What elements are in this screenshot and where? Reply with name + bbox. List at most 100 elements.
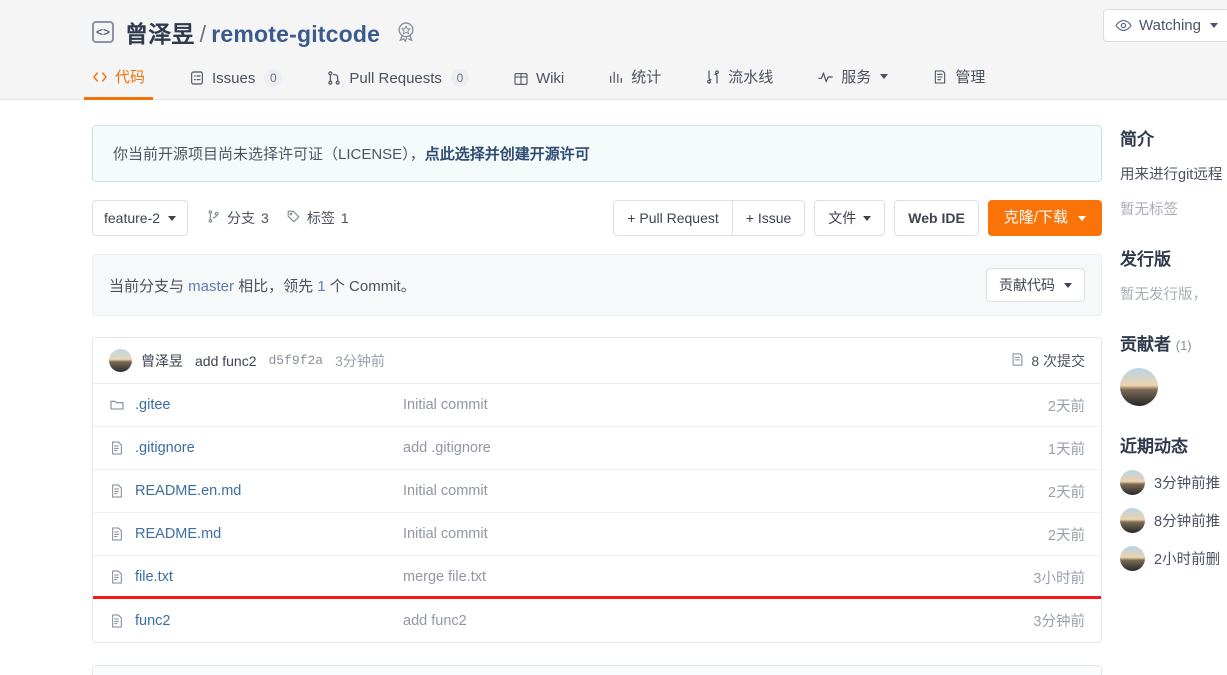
issues-icon (189, 70, 205, 86)
list-item[interactable]: 3分钟前推 (1120, 470, 1227, 495)
avatar (1120, 546, 1145, 571)
tags-label: 标签 (306, 210, 335, 226)
file-name[interactable]: README.en.md (135, 483, 403, 499)
table-row[interactable]: .gitee Initial commit 2天前 (93, 384, 1101, 427)
avatar[interactable] (1120, 368, 1158, 406)
clone-download-button[interactable]: 克隆/下载 (987, 200, 1102, 236)
compare-base-branch[interactable]: master (188, 278, 234, 295)
file-commit-time: 3分钟前 (1033, 614, 1085, 630)
eye-icon (1115, 17, 1132, 34)
book-icon (513, 71, 529, 87)
tab-pull-requests-label: Pull Requests (349, 69, 442, 87)
tab-code-label: 代码 (115, 69, 146, 86)
sidebar-intro-text: 用来进行git远程 (1120, 167, 1223, 183)
tab-code[interactable]: 代码 (83, 66, 154, 100)
tab-services[interactable]: 服务 (817, 66, 889, 100)
commit-author[interactable]: 曾泽昱 (141, 351, 183, 371)
new-issue-button[interactable]: + Issue (732, 200, 806, 236)
file-name[interactable]: .gitee (135, 397, 403, 413)
contribute-code-button[interactable]: 贡献代码 (986, 268, 1085, 302)
main-column: 你当前开源项目尚未选择许可证（LICENSE），点此选择并创建开源许可 feat… (92, 100, 1102, 675)
branches-label: 分支 (227, 210, 256, 226)
repo-title-separator: / (199, 21, 207, 47)
file-icon (109, 440, 126, 456)
avatar (109, 349, 132, 372)
table-row[interactable]: .gitignore add .gitignore 1天前 (93, 427, 1101, 470)
file-commit-message: Initial commit (403, 483, 488, 499)
file-icon (109, 526, 126, 542)
commit-message[interactable]: add func2 (195, 353, 257, 369)
chevron-down-icon (880, 74, 889, 79)
repo-meta-links: 分支 3 标签 1 (206, 208, 349, 228)
file-name[interactable]: README.md (135, 526, 403, 542)
chevron-down-icon (168, 215, 177, 221)
watching-label: Watching (1139, 17, 1201, 34)
avatar (1120, 508, 1145, 533)
new-pull-request-button[interactable]: + Pull Request (613, 200, 733, 236)
sidebar: 简介 用来进行git远程 暂无标签 发行版 暂无发行版， 贡献者 (1) 近期动… (1102, 100, 1227, 675)
tab-pull-requests[interactable]: Pull Requests 0 (326, 69, 469, 100)
commit-history-icon (1010, 352, 1025, 370)
files-dropdown-button[interactable]: 文件 (814, 200, 886, 236)
commit-history-link[interactable]: 8 次提交 (1010, 351, 1085, 371)
chart-bar-icon (608, 69, 624, 85)
activity-icon (817, 69, 834, 85)
tab-pipeline[interactable]: 流水线 (705, 66, 773, 100)
repo-title-row: <> 曾泽昱 / remote-gitcode (0, 0, 1227, 52)
web-ide-button[interactable]: Web IDE (894, 200, 979, 236)
table-row[interactable]: file.txt merge file.txt 3小时前 (93, 556, 1101, 599)
tab-services-label: 服务 (841, 69, 872, 86)
activity-text: 8分钟前推 (1154, 514, 1221, 530)
pull-requests-count-badge: 0 (450, 69, 469, 87)
activity-text: 3分钟前推 (1154, 476, 1221, 492)
issues-count-badge: 0 (264, 69, 283, 87)
tags-link[interactable]: 标签 1 (286, 208, 349, 228)
sidebar-contributors-title: 贡献者 (1) (1120, 330, 1227, 355)
list-item[interactable]: 8分钟前推 (1120, 508, 1227, 533)
file-name[interactable]: .gitignore (135, 440, 403, 456)
compare-prefix: 当前分支与 (109, 277, 189, 295)
commit-sha[interactable]: d5f9f2a (269, 353, 324, 368)
branch-icon (206, 209, 221, 227)
sidebar-activity-title: 近期动态 (1120, 437, 1188, 456)
file-commit-message: Initial commit (403, 397, 488, 413)
file-name[interactable]: func2 (135, 613, 403, 629)
sidebar-section-releases: 发行版 暂无发行版， (1120, 245, 1227, 304)
chevron-down-icon (863, 215, 872, 221)
create-license-link[interactable]: 点此选择并创建开源许可 (425, 146, 590, 163)
branch-selector[interactable]: feature-2 (92, 200, 189, 236)
watching-button[interactable]: Watching (1103, 9, 1227, 42)
sidebar-contributors-label: 贡献者 (1120, 335, 1171, 354)
tab-statistics[interactable]: 统计 (608, 66, 661, 100)
sidebar-section-activity: 近期动态 3分钟前推 8分钟前推 2小时前删 (1120, 432, 1227, 571)
repo-name[interactable]: remote-gitcode (211, 21, 380, 47)
file-commit-message: add .gitignore (403, 440, 491, 456)
list-item[interactable]: 2小时前删 (1120, 546, 1227, 571)
file-name[interactable]: file.txt (135, 569, 403, 585)
sidebar-release-title: 发行版 (1120, 250, 1171, 269)
tab-manage[interactable]: 管理 (932, 66, 985, 100)
repo-owner[interactable]: 曾泽昱 (125, 21, 195, 47)
file-commit-time: 2天前 (1047, 398, 1085, 415)
file-commit-time: 2天前 (1047, 484, 1085, 501)
branch-selector-value: feature-2 (104, 210, 161, 226)
table-row[interactable]: README.en.md Initial commit 2天前 (93, 470, 1101, 513)
sidebar-contributors-count: (1) (1175, 338, 1192, 353)
branches-link[interactable]: 分支 3 (206, 208, 269, 228)
branches-count: 3 (261, 210, 269, 226)
file-icon (109, 569, 126, 585)
pipeline-icon (705, 69, 721, 85)
tab-wiki[interactable]: Wiki (513, 70, 564, 100)
pull-request-icon (326, 70, 342, 86)
sidebar-section-intro: 简介 用来进行git远程 暂无标签 (1120, 125, 1227, 219)
license-notice: 你当前开源项目尚未选择许可证（LICENSE），点此选择并创建开源许可 (92, 125, 1102, 182)
files-dropdown-label: 文件 (828, 210, 857, 226)
tab-issues[interactable]: Issues 0 (189, 69, 283, 100)
table-row-highlighted[interactable]: func2 add func2 3分钟前 (93, 596, 1101, 642)
clone-download-label: 克隆/下载 (1003, 209, 1068, 226)
latest-commit-header: 曾泽昱 add func2 d5f9f2a 3分钟前 8 次提交 (93, 338, 1101, 384)
folder-icon (109, 397, 126, 413)
table-row[interactable]: README.md Initial commit 2天前 (93, 513, 1101, 556)
license-notice-text: 你当前开源项目尚未选择许可证（LICENSE）， (113, 146, 425, 163)
tag-icon (286, 209, 301, 227)
